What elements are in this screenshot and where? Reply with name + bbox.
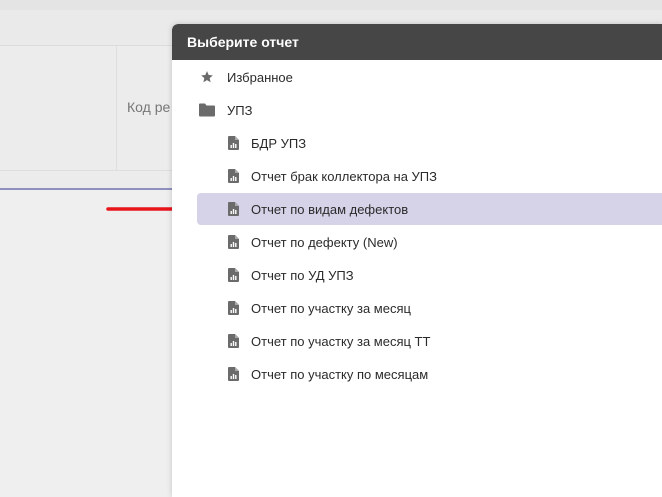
report-item[interactable]: Отчет по дефекту (New) bbox=[197, 226, 662, 258]
column-header-label[interactable]: Код ре bbox=[127, 99, 170, 115]
report-item[interactable]: Отчет по УД УПЗ bbox=[197, 259, 662, 291]
report-label: Отчет по видам дефектов bbox=[251, 201, 409, 217]
report-file-icon bbox=[227, 202, 239, 216]
tree-item-folder-upz[interactable]: УПЗ bbox=[172, 94, 662, 126]
report-file-icon bbox=[227, 334, 239, 348]
report-selector-panel: Выберите отчет Избранное УПЗ БДР УПЗ Отч… bbox=[172, 24, 662, 497]
report-item[interactable]: БДР УПЗ bbox=[197, 127, 662, 159]
star-icon bbox=[199, 69, 215, 85]
report-label: Отчет по УД УПЗ bbox=[251, 267, 354, 283]
tree-item-favorites[interactable]: Избранное bbox=[172, 61, 662, 93]
background-top-bar bbox=[0, 0, 662, 10]
tree-item-label: Избранное bbox=[227, 69, 293, 85]
report-item-selected[interactable]: Отчет по видам дефектов bbox=[197, 193, 662, 225]
report-item[interactable]: Отчет по участку за месяц bbox=[197, 292, 662, 324]
report-item[interactable]: Отчет брак коллектора на УПЗ bbox=[197, 160, 662, 192]
report-file-icon bbox=[227, 235, 239, 249]
panel-title: Выберите отчет bbox=[172, 24, 662, 60]
report-file-icon bbox=[227, 301, 239, 315]
report-label: Отчет брак коллектора на УПЗ bbox=[251, 168, 438, 184]
report-item[interactable]: Отчет по участку по месяцам bbox=[197, 358, 662, 390]
report-file-icon bbox=[227, 268, 239, 282]
report-label: Отчет по участку по месяцам bbox=[251, 366, 429, 382]
folder-icon bbox=[199, 102, 215, 118]
tree-item-label: УПЗ bbox=[227, 102, 253, 118]
report-label: Отчет по участку за месяц bbox=[251, 300, 411, 316]
report-file-icon bbox=[227, 169, 239, 183]
background-column-divider bbox=[116, 46, 117, 188]
report-label: Отчет по дефекту (New) bbox=[251, 234, 398, 250]
report-file-icon bbox=[227, 136, 239, 150]
report-item[interactable]: Отчет по участку за месяц ТТ bbox=[197, 325, 662, 357]
report-label: Отчет по участку за месяц ТТ bbox=[251, 333, 431, 349]
report-label: БДР УПЗ bbox=[251, 135, 307, 151]
report-file-icon bbox=[227, 367, 239, 381]
